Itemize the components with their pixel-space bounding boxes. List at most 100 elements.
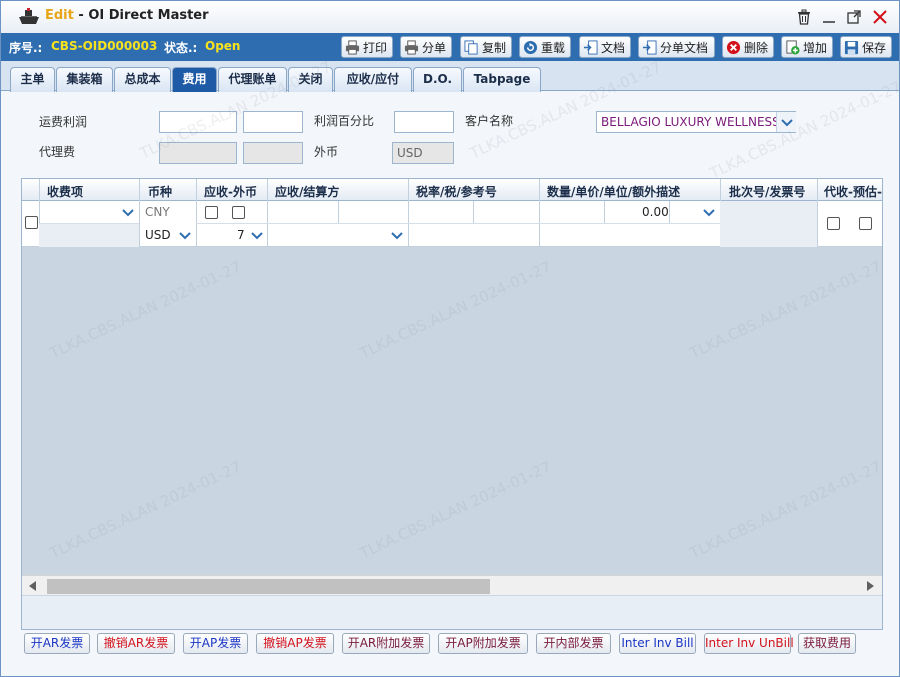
profit-percent-label: 利润百分比 bbox=[314, 114, 375, 128]
cancel-ar-invoice-button[interactable]: 撤销AR发票 bbox=[97, 633, 175, 654]
tab-fees[interactable]: 费用 bbox=[172, 67, 217, 92]
header-currency[interactable]: 币种 bbox=[148, 183, 172, 200]
tab-agent-bill[interactable]: 代理账单 bbox=[218, 67, 287, 92]
ar-foreign-checkbox-2[interactable] bbox=[232, 206, 245, 219]
freight-profit-input-2[interactable] bbox=[243, 111, 303, 133]
customer-dropdown-arrow[interactable] bbox=[776, 112, 796, 132]
chevron-down-icon bbox=[781, 119, 793, 127]
grid-header: 收费项 币种 应收-外币 应收/结算方 税率/税/参考号 数量/单价/单位/额外… bbox=[22, 179, 882, 201]
title-separator: - bbox=[73, 8, 89, 23]
reload-icon bbox=[523, 40, 538, 54]
currency-usd[interactable]: USD bbox=[145, 228, 171, 242]
chevron-down-icon[interactable] bbox=[701, 204, 717, 220]
inter-inv-unbill-button[interactable]: Inter Inv UnBill bbox=[704, 633, 794, 654]
amount-value[interactable]: 0.00 bbox=[642, 205, 669, 219]
serial-label: 序号.: bbox=[9, 41, 43, 55]
split-docs-button[interactable]: 分单文档 bbox=[638, 36, 715, 58]
scrollbar-thumb[interactable] bbox=[47, 579, 490, 594]
header-tax[interactable]: 税率/税/参考号 bbox=[416, 183, 497, 200]
add-label: 增加 bbox=[803, 40, 828, 55]
open-internal-invoice-button[interactable]: 开内部发票 bbox=[536, 633, 611, 654]
window-title: Edit - OI Direct Master bbox=[45, 8, 209, 23]
docs-label: 文档 bbox=[601, 40, 626, 55]
currency-cny: CNY bbox=[145, 205, 170, 219]
title-prefix: Edit bbox=[45, 8, 74, 23]
header-ar-settlement[interactable]: 应收/结算方 bbox=[275, 183, 339, 200]
header-ar-foreign[interactable]: 应收-外币 bbox=[204, 183, 257, 200]
save-label: 保存 bbox=[862, 40, 887, 55]
delete-button[interactable]: 删除 bbox=[722, 36, 774, 58]
collect-checkbox-2[interactable] bbox=[859, 217, 872, 230]
chevron-down-icon[interactable] bbox=[120, 204, 136, 220]
freight-profit-input-1[interactable] bbox=[159, 111, 237, 133]
customer-name-select[interactable]: BELLAGIO LUXURY WELLNESS bbox=[596, 111, 796, 133]
status-value: Open bbox=[205, 39, 241, 53]
inter-inv-bill-button[interactable]: Inter Inv Bill bbox=[619, 633, 696, 654]
scroll-right-icon[interactable] bbox=[867, 581, 875, 591]
edit-window: Edit - OI Direct Master 序号.: CBS-OID0000… bbox=[0, 0, 900, 677]
add-icon bbox=[786, 39, 800, 55]
tab-bar: 主单 集装箱 总成本 费用 代理账单 关闭 应收/应付 D.O. Tabpage bbox=[1, 61, 899, 92]
horizontal-scrollbar[interactable] bbox=[22, 575, 882, 595]
copy-button[interactable]: 复制 bbox=[460, 36, 512, 58]
trash-icon[interactable] bbox=[796, 9, 812, 25]
header-collect[interactable]: 代收-预估- bbox=[824, 183, 882, 200]
agency-fee-input-2 bbox=[243, 142, 303, 164]
minimize-icon[interactable] bbox=[821, 9, 837, 25]
freight-profit-label: 运费利润 bbox=[39, 115, 88, 129]
ship-icon bbox=[19, 8, 39, 24]
chevron-down-icon[interactable] bbox=[177, 227, 193, 243]
agency-fee-input-1 bbox=[159, 142, 237, 164]
exchange-rate-value[interactable]: 7 bbox=[237, 228, 245, 242]
tab-main[interactable]: 主单 bbox=[10, 67, 55, 92]
save-button[interactable]: 保存 bbox=[840, 36, 892, 58]
split-button[interactable]: 分单 bbox=[400, 36, 452, 58]
cancel-ap-invoice-button[interactable]: 撤销AP发票 bbox=[256, 633, 334, 654]
foreign-currency-label: 外币 bbox=[314, 145, 339, 159]
profit-percent-input[interactable] bbox=[394, 111, 454, 133]
chevron-down-icon[interactable] bbox=[249, 227, 265, 243]
add-button[interactable]: 增加 bbox=[781, 36, 833, 58]
print-label: 打印 bbox=[363, 40, 388, 55]
copy-label: 复制 bbox=[482, 40, 507, 55]
row-select-checkbox[interactable] bbox=[25, 216, 38, 229]
fees-grid: 收费项 币种 应收-外币 应收/结算方 税率/税/参考号 数量/单价/单位/额外… bbox=[21, 178, 883, 630]
header-quantity[interactable]: 数量/单价/单位/额外描述 bbox=[547, 183, 680, 200]
open-ap-invoice-button[interactable]: 开AP发票 bbox=[183, 633, 248, 654]
chevron-down-icon[interactable] bbox=[389, 227, 405, 243]
fee-summary-form: 运费利润 利润百分比 客户名称 BELLAGIO LUXURY WELLNESS… bbox=[11, 92, 889, 178]
serial-value: CBS-OID000003 bbox=[51, 39, 158, 53]
printer-icon bbox=[404, 39, 419, 55]
customer-name-value: BELLAGIO LUXURY WELLNESS bbox=[601, 115, 780, 129]
info-bar: 序号.: CBS-OID000003 状态.: Open 打印 分单 复制 重载… bbox=[1, 33, 899, 61]
open-ar-invoice-button[interactable]: 开AR发票 bbox=[24, 633, 90, 654]
agency-fee-label: 代理费 bbox=[39, 145, 76, 159]
split-label: 分单 bbox=[422, 40, 447, 55]
grid-footer bbox=[22, 596, 882, 629]
customer-name-label: 客户名称 bbox=[465, 114, 514, 128]
open-ar-additional-invoice-button[interactable]: 开AR附加发票 bbox=[342, 633, 430, 654]
tab-ar-ap[interactable]: 应收/应付 bbox=[334, 67, 412, 92]
maximize-icon[interactable] bbox=[846, 9, 862, 25]
scroll-left-icon[interactable] bbox=[29, 581, 37, 591]
tab-do[interactable]: D.O. bbox=[413, 67, 462, 92]
status-label: 状态.: bbox=[164, 41, 198, 55]
collect-checkbox-1[interactable] bbox=[827, 217, 840, 230]
close-icon[interactable] bbox=[872, 9, 888, 25]
open-ap-additional-invoice-button[interactable]: 开AP附加发票 bbox=[438, 633, 528, 654]
tab-containers[interactable]: 集装箱 bbox=[56, 67, 113, 92]
tab-total-cost[interactable]: 总成本 bbox=[114, 67, 171, 92]
get-fees-button[interactable]: 获取费用 bbox=[798, 633, 856, 654]
tab-close[interactable]: 关闭 bbox=[288, 67, 333, 92]
delete-label: 删除 bbox=[744, 40, 769, 55]
header-charge-item[interactable]: 收费项 bbox=[47, 183, 83, 200]
docs-button[interactable]: 文档 bbox=[579, 36, 631, 58]
foreign-currency-field: USD bbox=[392, 142, 454, 164]
split-docs-label: 分单文档 bbox=[660, 40, 709, 55]
reload-button[interactable]: 重载 bbox=[519, 36, 571, 58]
header-batch[interactable]: 批次号/发票号 bbox=[729, 183, 805, 200]
ar-foreign-checkbox-1[interactable] bbox=[205, 206, 218, 219]
save-icon bbox=[844, 40, 859, 54]
tab-tabpage[interactable]: Tabpage bbox=[463, 67, 541, 92]
print-button[interactable]: 打印 bbox=[341, 36, 393, 58]
